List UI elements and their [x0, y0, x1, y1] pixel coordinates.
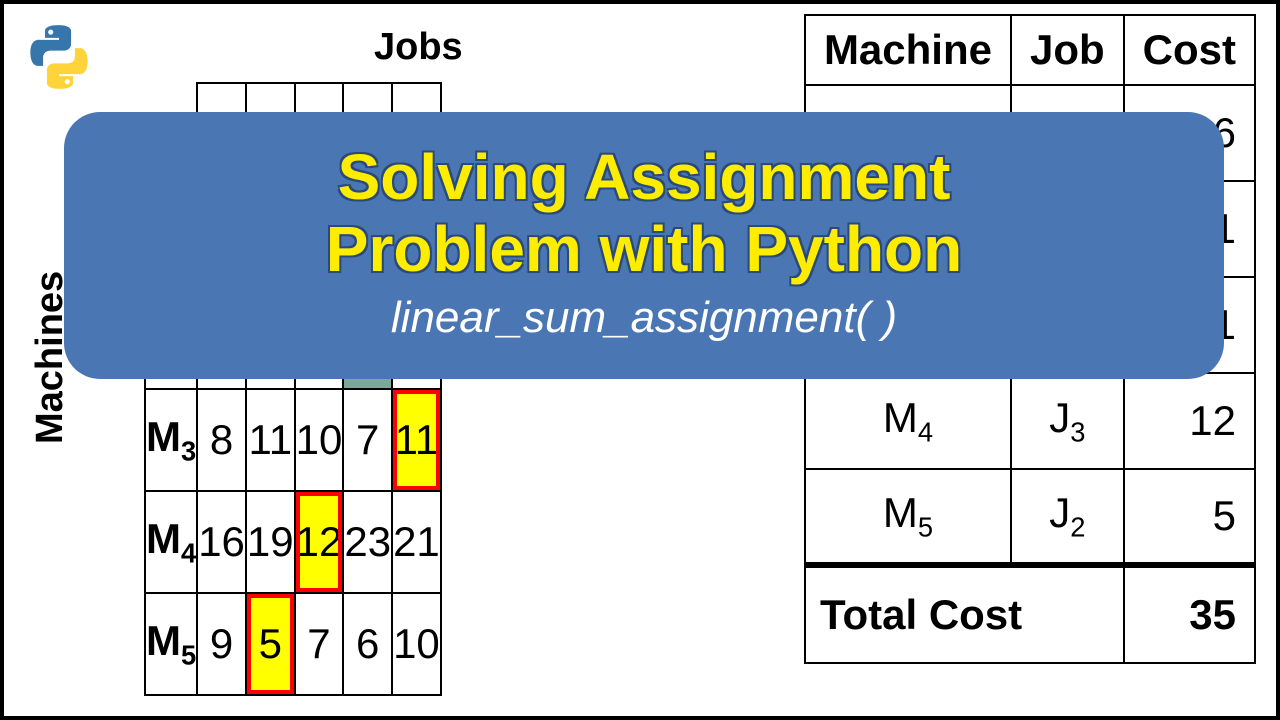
- cell: M4: [805, 373, 1011, 469]
- total-value: 35: [1124, 565, 1255, 663]
- cell: 7: [295, 593, 344, 695]
- cell: 23: [343, 491, 392, 593]
- table-row: M4 16 19 12 23 21: [145, 491, 441, 593]
- table-row: Machine Job Cost: [805, 15, 1255, 85]
- title-line1: Solving Assignment: [104, 142, 1184, 214]
- cell: 5: [246, 593, 295, 695]
- cell: 7: [343, 389, 392, 491]
- cell: 11: [246, 389, 295, 491]
- row-header: M3: [145, 389, 197, 491]
- cell: 8: [197, 389, 246, 491]
- row-header: M5: [145, 593, 197, 695]
- col-header: Machine: [805, 15, 1011, 85]
- table-row: M5 9 5 7 6 10: [145, 593, 441, 695]
- title-banner: Solving Assignment Problem with Python l…: [64, 112, 1224, 379]
- total-label: Total Cost: [805, 565, 1124, 663]
- cell: M5: [805, 469, 1011, 565]
- col-header: Job: [1011, 15, 1124, 85]
- row-header: M4: [145, 491, 197, 593]
- title-subtitle: linear_sum_assignment( ): [104, 293, 1184, 343]
- python-logo-icon: [24, 22, 94, 92]
- cell: 9: [197, 593, 246, 695]
- cell: 10: [392, 593, 441, 695]
- cell: J2: [1011, 469, 1124, 565]
- jobs-axis-label: Jobs: [374, 26, 463, 69]
- cell: J3: [1011, 373, 1124, 469]
- cell: 12: [1124, 373, 1255, 469]
- title-line2: Problem with Python: [104, 214, 1184, 286]
- cell: 6: [343, 593, 392, 695]
- table-row: M5 J2 5: [805, 469, 1255, 565]
- table-row: M4 J3 12: [805, 373, 1255, 469]
- cell: 21: [392, 491, 441, 593]
- cell: 12: [295, 491, 344, 593]
- cell: 10: [295, 389, 344, 491]
- cell: 16: [197, 491, 246, 593]
- table-row: M3 8 11 10 7 11: [145, 389, 441, 491]
- cell: 5: [1124, 469, 1255, 565]
- total-row: Total Cost 35: [805, 565, 1255, 663]
- cell: 11: [392, 389, 441, 491]
- cell: 19: [246, 491, 295, 593]
- col-header: Cost: [1124, 15, 1255, 85]
